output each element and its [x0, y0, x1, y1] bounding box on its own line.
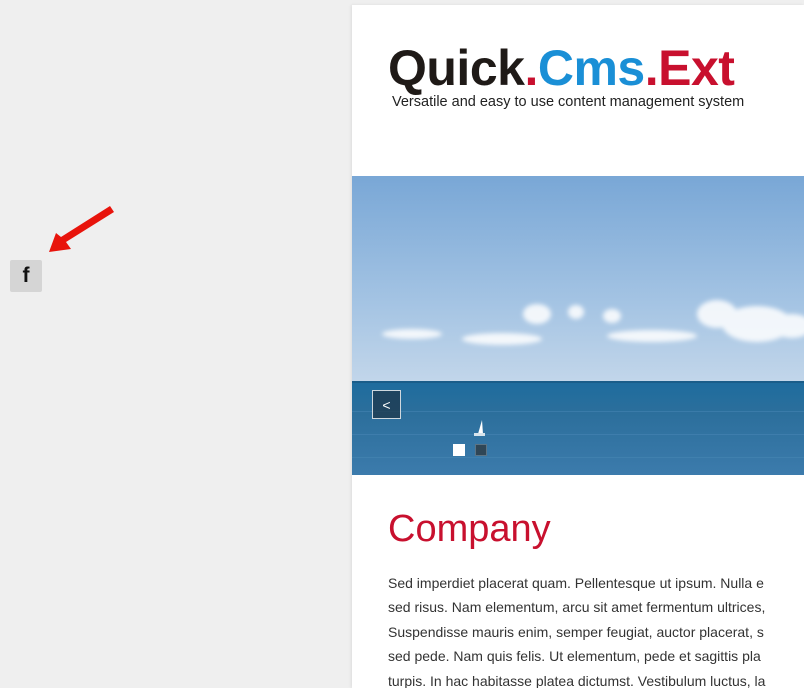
slider-dot-2[interactable] [475, 444, 487, 456]
body-line: Suspendisse mauris enim, semper feugiat,… [388, 623, 764, 640]
site-page: Quick.Cms.Ext Versatile and easy to use … [352, 5, 804, 688]
body-paragraph: Sed imperdiet placerat quam. Pellentesqu… [388, 571, 804, 688]
slider-prev-button[interactable]: < [372, 390, 401, 419]
seascape-image [352, 176, 804, 475]
body-line: turpis. In hac habitasse platea dictumst… [388, 672, 766, 688]
logo-dot-1: . [524, 40, 538, 96]
body-line: Sed imperdiet placerat quam. Pellentesqu… [388, 575, 764, 591]
body-line: sed risus. Nam elementum, arcu sit amet … [388, 599, 766, 616]
logo-part-ext: Ext [658, 40, 735, 96]
facebook-button[interactable]: f [10, 260, 42, 292]
page-heading: Company [388, 508, 551, 550]
slider-pagination [453, 443, 497, 461]
logo-dot-2: . [644, 40, 659, 96]
site-tagline: Versatile and easy to use content manage… [392, 94, 745, 110]
image-slider: < [352, 176, 804, 475]
site-logo[interactable]: Quick.Cms.Ext [388, 40, 735, 96]
red-arrow-annotation [49, 206, 114, 252]
facebook-icon: f [22, 264, 30, 287]
body-line: sed pede. Nam quis felis. Ut elementum, … [388, 648, 761, 665]
logo-part-cms: Cms [537, 40, 645, 96]
logo-part-quick: Quick [388, 40, 525, 96]
slider-dot-1[interactable] [453, 444, 465, 456]
